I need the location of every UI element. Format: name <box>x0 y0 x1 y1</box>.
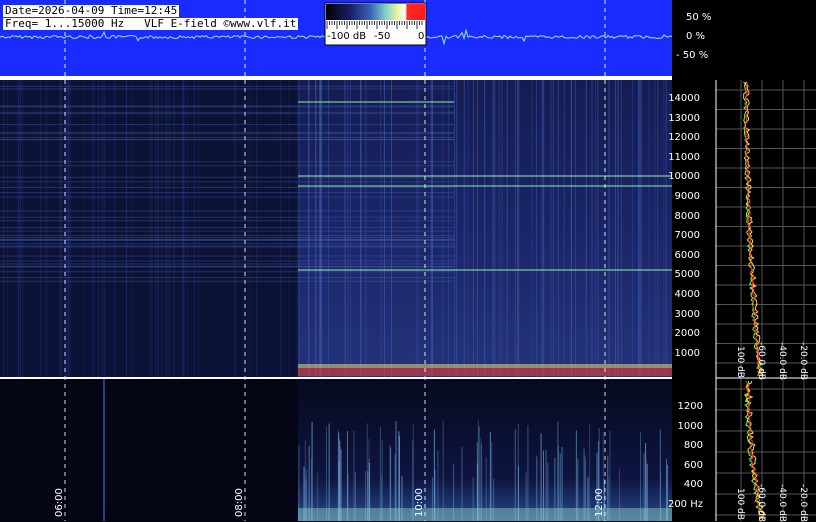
upper-freq-label: 2000 <box>674 328 700 340</box>
lower-freq-label: 1000 <box>677 420 703 432</box>
amplitude-label-zero: 0 % <box>686 31 706 42</box>
upper-freq-label: 3000 <box>674 308 700 320</box>
upper-freq-label: 5000 <box>674 269 700 281</box>
colorbar-gradient <box>326 4 425 20</box>
time-label: 12:00 <box>594 488 605 517</box>
freq-axis-panel <box>672 80 716 521</box>
upper-freq-label: 9000 <box>674 191 700 202</box>
lower-freq-label: 200 Hz <box>667 499 703 510</box>
upper-freq-label: 6000 <box>674 249 700 261</box>
upper-freq-label: 10000 <box>668 171 700 183</box>
date-time-label: Date=2026-04-09 Time=12:45 <box>3 4 180 17</box>
spectrum-db-label: 100 dB <box>735 346 745 378</box>
time-label: 10:00 <box>414 488 425 517</box>
spectrum-panel-upper <box>716 80 816 377</box>
upper-freq-label: 14000 <box>668 93 700 104</box>
spectrum-db-label: -40.0 dB <box>777 484 787 522</box>
colorbar-label-mid: -50 <box>374 31 391 42</box>
low-freq-band <box>298 368 672 376</box>
spectrum-db-label: -60.0 dB <box>756 342 766 381</box>
upper-freq-label: 7000 <box>674 230 700 242</box>
lower-bottom-band <box>298 508 672 521</box>
low-freq-band-glow <box>298 364 672 368</box>
upper-freq-label: 13000 <box>668 112 700 124</box>
lower-freq-label: 800 <box>683 440 703 452</box>
separator-top <box>0 76 672 80</box>
lower-freq-label: 600 <box>683 459 703 471</box>
upper-freq-label: 12000 <box>668 132 700 144</box>
amplitude-label-plus50: 50 % <box>686 12 712 23</box>
frequency-label: Freq= 1...15000 Hz VLF E-field ©www.vlf.… <box>3 17 299 30</box>
spectrum-db-label: -60.0 dB <box>756 484 766 522</box>
colorbar-label-min: -100 dB <box>327 31 367 42</box>
spectrum-db-label: -40.0 dB <box>777 342 787 381</box>
spectrum-db-label: -20.0 dB <box>798 484 808 522</box>
amplitude-label-minus50: - 50 % <box>676 50 709 61</box>
upper-freq-label: 8000 <box>674 210 700 222</box>
time-label: 08:00 <box>234 488 245 517</box>
lower-freq-label: 400 <box>683 479 703 491</box>
upper-freq-label: 11000 <box>668 151 700 163</box>
vlf-spectrogram-display: Date=2026-04-09 Time=12:45 Freq= 1...150… <box>0 0 816 522</box>
colorbar-label-max: 0 <box>418 31 425 42</box>
time-label: 06:00 <box>54 488 65 517</box>
upper-freq-label: 1000 <box>674 347 700 359</box>
separator-middle <box>0 377 672 379</box>
upper-freq-label: 4000 <box>674 289 700 300</box>
lower-freq-label: 1200 <box>677 401 703 412</box>
lower-spectrogram-left <box>0 379 298 521</box>
spectrum-db-label: 100 dB <box>735 488 745 520</box>
spectrum-db-label: -20.0 dB <box>798 342 808 381</box>
